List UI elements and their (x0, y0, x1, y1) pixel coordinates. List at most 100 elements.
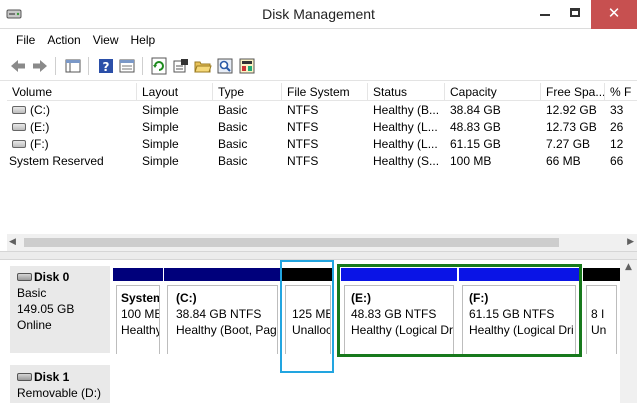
pane-splitter[interactable] (0, 251, 637, 260)
capacity-cell: 100 MB (450, 154, 492, 168)
status-cell: Healthy (B... (373, 103, 440, 117)
volume-icon (12, 106, 26, 114)
column-header-layout[interactable]: Layout (137, 83, 213, 101)
disk-type: Removable (D:) (17, 386, 102, 400)
toolbar-separator (55, 57, 56, 75)
scroll-left-arrow-icon[interactable]: ◀ (9, 234, 16, 251)
menu-file[interactable]: File (10, 29, 41, 51)
table-row[interactable]: System Reserved Simple Basic NTFS Health… (7, 153, 637, 170)
unallocated-highlight (280, 260, 334, 373)
menu-action[interactable]: Action (41, 29, 86, 51)
menu-view[interactable]: View (87, 29, 125, 51)
column-header-free-space[interactable]: Free Spa... (541, 83, 605, 101)
volume-list-header: Volume Layout Type File System Status Ca… (7, 83, 637, 101)
percent-free-cell: 33 (610, 103, 624, 117)
type-cell: Basic (218, 137, 248, 151)
toolbar: ? (0, 51, 637, 81)
title-bar: Disk Management ✕ (0, 0, 637, 29)
disk-type: Basic (17, 286, 47, 300)
file-system-cell: NTFS (287, 103, 319, 117)
volume-name: (F:) (30, 137, 49, 151)
disk-size: 149.05 GB (17, 302, 75, 316)
partition-size: 38.84 GB NTFS (176, 307, 262, 321)
svg-text:?: ? (103, 60, 110, 74)
capacity-cell: 48.83 GB (450, 120, 501, 134)
column-header-status[interactable]: Status (368, 83, 445, 101)
type-cell: Basic (218, 103, 248, 117)
free-space-cell: 66 MB (546, 154, 581, 168)
properties-icon[interactable] (118, 57, 136, 75)
menu-bar: File Action View Help (0, 29, 637, 51)
partition-system-reserved[interactable]: System 100 MB Healthy (113, 268, 163, 354)
type-cell: Basic (218, 154, 248, 168)
column-header-volume[interactable]: Volume (7, 83, 137, 101)
partition-bar (164, 268, 281, 281)
partition-size: 100 MB (121, 307, 160, 321)
close-icon: ✕ (607, 4, 621, 22)
percent-free-cell: 12 (610, 137, 624, 151)
minimize-button[interactable] (531, 0, 561, 29)
horizontal-scroll-thumb[interactable] (24, 238, 559, 247)
layout-cell: Simple (142, 154, 179, 168)
disk-icon (17, 273, 32, 281)
partition-unallocated-end[interactable]: 8 I Un (583, 268, 620, 354)
capacity-cell: 38.84 GB (450, 103, 501, 117)
partition-bar (113, 268, 163, 281)
search-icon[interactable] (216, 57, 234, 75)
console-tree-icon[interactable] (64, 57, 82, 75)
disk-0-label[interactable]: Disk 0 Basic 149.05 GB Online (10, 266, 110, 353)
table-row[interactable]: (F:) Simple Basic NTFS Healthy (L... 61.… (7, 136, 637, 153)
volume-name: (C:) (30, 103, 50, 117)
partition-title: System (121, 291, 160, 305)
status-cell: Healthy (S... (373, 154, 440, 168)
partition-size: 8 I (591, 307, 605, 321)
scroll-up-arrow-icon[interactable]: ▲ (620, 262, 637, 272)
file-system-cell: NTFS (287, 154, 319, 168)
type-cell: Basic (218, 120, 248, 134)
table-row[interactable]: (C:) Simple Basic NTFS Healthy (B... 38.… (7, 102, 637, 119)
volume-name: (E:) (30, 120, 50, 134)
free-space-cell: 12.73 GB (546, 120, 597, 134)
minimize-icon (540, 14, 550, 16)
vertical-scrollbar[interactable]: ▲ (620, 260, 637, 403)
percent-free-cell: 66 (610, 154, 624, 168)
disk-name: Disk 0 (34, 270, 70, 284)
partition-c[interactable]: (C:) 38.84 GB NTFS Healthy (Boot, Page (164, 268, 281, 354)
disk-1-label[interactable]: Disk 1 Removable (D:) (10, 365, 110, 403)
scroll-right-arrow-icon[interactable]: ▶ (627, 234, 634, 251)
capacity-cell: 61.15 GB (450, 137, 501, 151)
layout-cell: Simple (142, 137, 179, 151)
help-icon[interactable]: ? (97, 57, 115, 75)
volume-icon (12, 123, 26, 131)
close-button[interactable]: ✕ (591, 0, 637, 29)
partition-bar (583, 268, 620, 281)
file-system-cell: NTFS (287, 120, 319, 134)
disk-icon (17, 373, 32, 381)
column-header-type[interactable]: Type (213, 83, 282, 101)
horizontal-scrollbar[interactable]: ◀ ▶ (7, 234, 637, 251)
status-cell: Healthy (L... (373, 137, 438, 151)
back-arrow-icon[interactable] (9, 57, 27, 75)
volume-icon (12, 140, 26, 148)
settings-icon[interactable] (172, 57, 190, 75)
file-system-cell: NTFS (287, 137, 319, 151)
layout-cell: Simple (142, 103, 179, 117)
rescan-icon[interactable] (238, 57, 256, 75)
extended-partition-highlight (337, 264, 582, 357)
refresh-icon[interactable] (150, 57, 168, 75)
maximize-button[interactable] (561, 0, 591, 29)
column-header-file-system[interactable]: File System (282, 83, 368, 101)
volume-list: (C:) Simple Basic NTFS Healthy (B... 38.… (7, 102, 637, 170)
table-row[interactable]: (E:) Simple Basic NTFS Healthy (L... 48.… (7, 119, 637, 136)
layout-cell: Simple (142, 120, 179, 134)
forward-arrow-icon[interactable] (31, 57, 49, 75)
partition-title (591, 290, 616, 306)
column-header-capacity[interactable]: Capacity (445, 83, 541, 101)
open-folder-icon[interactable] (194, 57, 212, 75)
toolbar-separator (88, 57, 89, 75)
toolbar-separator (142, 57, 143, 75)
menu-help[interactable]: Help (125, 29, 162, 51)
maximize-icon (570, 8, 580, 17)
volume-name: System Reserved (9, 154, 104, 168)
column-header-percent-free[interactable]: % F (605, 83, 637, 101)
